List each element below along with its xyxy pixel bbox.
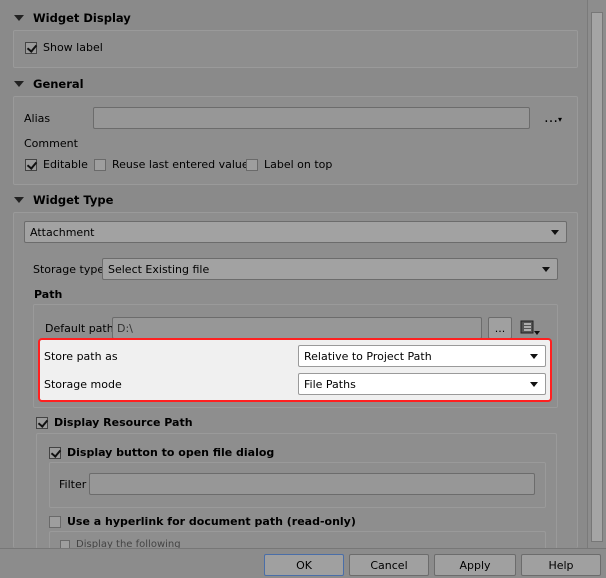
path-section-title: Path [34,288,63,301]
collapse-triangle-icon[interactable] [14,81,24,87]
collapse-triangle-icon[interactable] [14,197,24,203]
store-path-as-combo[interactable]: Relative to Project Path [298,345,546,367]
use-hyperlink-checkbox[interactable] [49,515,61,528]
use-hyperlink-text: Use a hyperlink for document path (read-… [67,515,356,528]
expression-more-icon[interactable]: …▾ [544,110,562,126]
default-path-label: Default path [45,322,114,335]
storage-mode-label: Storage mode [44,378,122,391]
apply-button[interactable]: Apply [434,554,516,576]
show-label-text: Show label [43,41,103,54]
ok-button[interactable]: OK [264,554,344,576]
section-general-header[interactable]: General [0,75,84,93]
chevron-down-icon [530,382,538,387]
apply-label: Apply [459,558,491,572]
chevron-down-icon [542,267,550,272]
editable-text: Editable [43,158,88,171]
show-label-checkbox[interactable] [25,41,37,54]
show-label-checkbox-row[interactable]: Show label [25,41,103,54]
storage-type-value: Select Existing file [108,262,210,276]
cancel-button[interactable]: Cancel [349,554,429,576]
display-button-open-text: Display button to open file dialog [67,446,275,459]
display-resource-path-row[interactable]: Display Resource Path [36,416,193,429]
data-defined-override-icon[interactable] [518,317,542,339]
editable-checkbox-row[interactable]: Editable [25,158,88,171]
display-button-open-row[interactable]: Display button to open file dialog [49,446,274,459]
label-on-top-text: Label on top [264,158,333,171]
store-path-as-value: Relative to Project Path [304,349,432,363]
filter-input[interactable] [89,473,535,495]
section-title: Widget Display [33,11,131,25]
label-on-top-checkbox-row[interactable]: Label on top [246,158,332,171]
widget-display-group: Show label [13,30,578,68]
section-widget-type-header[interactable]: Widget Type [0,191,113,209]
filter-label: Filter [59,478,87,491]
section-widget-display-header[interactable]: Widget Display [0,9,131,27]
highlighted-path-options: Store path as Relative to Project Path S… [38,338,552,402]
alias-input[interactable] [93,107,530,129]
reuse-last-checkbox[interactable] [94,158,106,171]
chevron-down-icon [551,230,559,235]
general-group: Alias …▾ Comment Editable Reuse last ent… [13,96,578,185]
cancel-label: Cancel [370,558,408,572]
display-resource-path-checkbox[interactable] [36,416,48,429]
comment-label: Comment [24,137,78,150]
browse-label: ... [494,321,506,335]
storage-type-label: Storage type [33,263,105,276]
help-button[interactable]: Help [521,554,601,576]
store-path-as-label: Store path as [44,350,118,363]
storage-type-combo[interactable]: Select Existing file [102,258,558,280]
browse-button[interactable]: ... [488,317,512,339]
editable-checkbox[interactable] [25,158,37,171]
scrollbar-thumb[interactable] [591,12,603,542]
ok-label: OK [296,558,312,572]
label-on-top-checkbox[interactable] [246,158,258,171]
reuse-last-checkbox-row[interactable]: Reuse last entered value [94,158,249,171]
display-button-open-checkbox[interactable] [49,446,61,459]
default-path-value: D:\ [117,321,133,335]
collapse-triangle-icon[interactable] [14,15,24,21]
filter-group: Filter [49,462,546,508]
help-label: Help [548,558,574,572]
alias-label: Alias [24,112,51,125]
section-title: Widget Type [33,193,114,207]
section-title: General [33,77,84,91]
use-hyperlink-row[interactable]: Use a hyperlink for document path (read-… [49,515,356,528]
widget-type-combo[interactable]: Attachment [24,221,567,243]
storage-mode-value: File Paths [304,377,356,391]
resource-path-group: Display button to open file dialog Filte… [36,433,557,550]
more-glyph: … [544,110,558,126]
storage-mode-combo[interactable]: File Paths [298,373,546,395]
default-path-input[interactable]: D:\ [112,317,482,339]
vertical-scrollbar[interactable] [587,0,606,548]
display-resource-path-text: Display Resource Path [54,416,193,429]
widget-type-value: Attachment [30,225,95,239]
reuse-last-text: Reuse last entered value [112,158,249,171]
chevron-down-icon [530,354,538,359]
dialog-button-bar: OK Cancel Apply Help [0,548,606,578]
